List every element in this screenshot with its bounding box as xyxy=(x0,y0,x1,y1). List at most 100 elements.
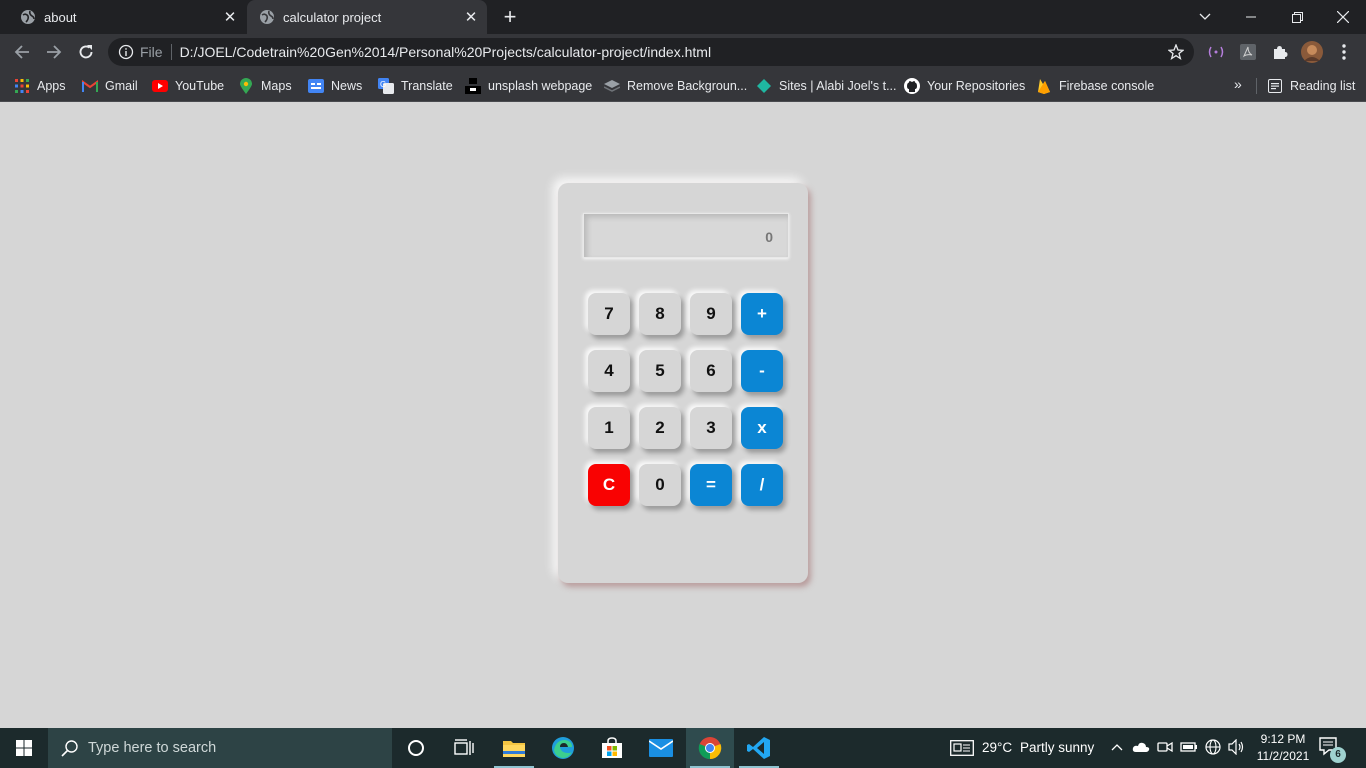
chrome-taskbar-icon[interactable] xyxy=(686,728,734,768)
bookmark-label: Your Repositories xyxy=(927,79,1026,93)
bookmark-apps[interactable]: Apps xyxy=(14,76,66,96)
key-9[interactable]: 9 xyxy=(690,293,732,335)
key-equals[interactable]: = xyxy=(690,464,732,506)
task-view-icon[interactable] xyxy=(440,728,488,768)
key-0[interactable]: 0 xyxy=(639,464,681,506)
windows-taskbar: Type here to search 29°C Partly sunny 9:… xyxy=(0,728,1366,768)
tab-title: about xyxy=(44,9,77,25)
translate-icon: G xyxy=(378,78,394,94)
microsoft-store-icon[interactable] xyxy=(588,728,636,768)
bookmark-remove-background[interactable]: Remove Backgroun... xyxy=(604,76,747,96)
restore-icon[interactable] xyxy=(1274,0,1320,34)
minimize-icon[interactable] xyxy=(1228,0,1274,34)
maps-icon xyxy=(238,78,254,94)
bookmark-firebase[interactable]: Firebase console xyxy=(1036,76,1154,96)
address-bar[interactable]: File D:/JOEL/Codetrain%20Gen%2014/Person… xyxy=(108,38,1194,66)
tab-search-icon[interactable] xyxy=(1182,0,1228,34)
bookmark-maps[interactable]: Maps xyxy=(238,76,292,96)
key-subtract[interactable]: - xyxy=(741,350,783,392)
file-explorer-icon[interactable] xyxy=(490,728,538,768)
taskbar-search-box[interactable]: Type here to search xyxy=(48,728,392,768)
github-icon xyxy=(904,78,920,94)
reading-list-label: Reading list xyxy=(1290,79,1356,93)
svg-text:G: G xyxy=(380,80,386,89)
volume-speaker-icon[interactable] xyxy=(1228,738,1246,756)
removebg-icon xyxy=(604,78,620,94)
cortana-icon[interactable] xyxy=(392,728,440,768)
key-3[interactable]: 3 xyxy=(690,407,732,449)
bookmarks-bar: Apps Gmail YouTube Maps News G Translate xyxy=(0,70,1366,102)
acrobat-extension-icon[interactable] xyxy=(1238,42,1258,62)
youtube-icon xyxy=(152,78,168,94)
battery-icon[interactable] xyxy=(1180,738,1198,756)
close-tab-icon[interactable]: ✕ xyxy=(463,9,479,26)
onedrive-cloud-icon[interactable] xyxy=(1132,738,1150,756)
key-8[interactable]: 8 xyxy=(639,293,681,335)
tab-calculator-project[interactable]: calculator project ✕ xyxy=(247,0,487,34)
url-text[interactable]: D:/JOEL/Codetrain%20Gen%2014/Personal%20… xyxy=(180,44,712,60)
meet-now-icon[interactable] xyxy=(1156,738,1174,756)
back-arrow-icon[interactable] xyxy=(10,40,34,64)
key-multiply[interactable]: x xyxy=(741,407,783,449)
bookmark-unsplash[interactable]: unsplash webpage xyxy=(465,76,592,96)
windows-logo-icon xyxy=(16,740,32,756)
extension-icon[interactable] xyxy=(1206,42,1226,62)
close-window-icon[interactable] xyxy=(1320,0,1366,34)
network-globe-icon[interactable] xyxy=(1204,738,1222,756)
puzzle-extensions-icon[interactable] xyxy=(1270,42,1290,62)
key-clear[interactable]: C xyxy=(588,464,630,506)
profile-avatar[interactable] xyxy=(1301,41,1323,63)
vscode-icon[interactable] xyxy=(735,728,783,768)
reading-list-button[interactable]: Reading list xyxy=(1267,76,1355,96)
mail-icon[interactable] xyxy=(637,728,685,768)
bookmark-label: YouTube xyxy=(175,79,225,93)
bookmark-sites[interactable]: Sites | Alabi Joel's t... xyxy=(756,76,897,96)
bookmark-label: Firebase console xyxy=(1059,79,1155,93)
windows-start-button[interactable] xyxy=(0,728,48,768)
bookmark-label: Gmail xyxy=(105,79,138,93)
tab-title: calculator project xyxy=(283,9,382,25)
key-5[interactable]: 5 xyxy=(639,350,681,392)
gmail-icon xyxy=(82,78,98,94)
key-divide[interactable]: / xyxy=(741,464,783,506)
key-2[interactable]: 2 xyxy=(639,407,681,449)
bookmark-translate[interactable]: G Translate xyxy=(378,76,453,96)
key-6[interactable]: 6 xyxy=(690,350,732,392)
weather-temperature[interactable]: 29°C xyxy=(982,740,1012,755)
key-1[interactable]: 1 xyxy=(588,407,630,449)
bookmark-label: unsplash webpage xyxy=(488,79,593,93)
globe-icon xyxy=(260,10,274,24)
show-hidden-icons-chevron-icon[interactable] xyxy=(1108,738,1126,756)
search-icon xyxy=(61,740,78,757)
close-tab-icon[interactable]: ✕ xyxy=(222,9,238,26)
bookmark-news[interactable]: News xyxy=(308,76,362,96)
calculator: 0 7 8 9 + 4 5 6 - 1 2 3 x C 0 = / xyxy=(558,183,808,583)
forward-arrow-icon[interactable] xyxy=(42,40,66,64)
bookmark-star-icon[interactable] xyxy=(1168,44,1184,60)
menu-kebab-icon[interactable] xyxy=(1334,42,1354,62)
edge-browser-icon[interactable] xyxy=(539,728,587,768)
tab-about[interactable]: about ✕ xyxy=(8,0,246,34)
news-weather-icon[interactable] xyxy=(950,739,974,757)
search-placeholder: Type here to search xyxy=(88,740,217,756)
tab-strip: about ✕ calculator project ✕ + xyxy=(0,0,1366,34)
bookmarks-overflow-button[interactable]: » xyxy=(1234,76,1242,92)
firebase-icon xyxy=(1036,78,1052,94)
bookmark-youtube[interactable]: YouTube xyxy=(152,76,224,96)
bookmarks-separator xyxy=(1256,78,1257,94)
key-4[interactable]: 4 xyxy=(588,350,630,392)
bookmark-gmail[interactable]: Gmail xyxy=(82,76,138,96)
reload-icon[interactable] xyxy=(74,40,98,64)
unsplash-icon xyxy=(465,78,481,94)
info-icon[interactable] xyxy=(118,44,134,60)
apps-grid-icon xyxy=(14,78,30,94)
taskbar-clock[interactable]: 9:12 PM 11/2/2021 xyxy=(1250,731,1316,765)
new-tab-button[interactable]: + xyxy=(498,5,522,29)
key-add[interactable]: + xyxy=(741,293,783,335)
key-7[interactable]: 7 xyxy=(588,293,630,335)
action-center-button[interactable]: 6 xyxy=(1318,736,1346,763)
bookmark-github[interactable]: Your Repositories xyxy=(904,76,1025,96)
bookmark-label: Remove Backgroun... xyxy=(627,79,748,93)
weather-condition[interactable]: Partly sunny xyxy=(1020,740,1094,755)
scheme-label: File xyxy=(140,44,163,60)
